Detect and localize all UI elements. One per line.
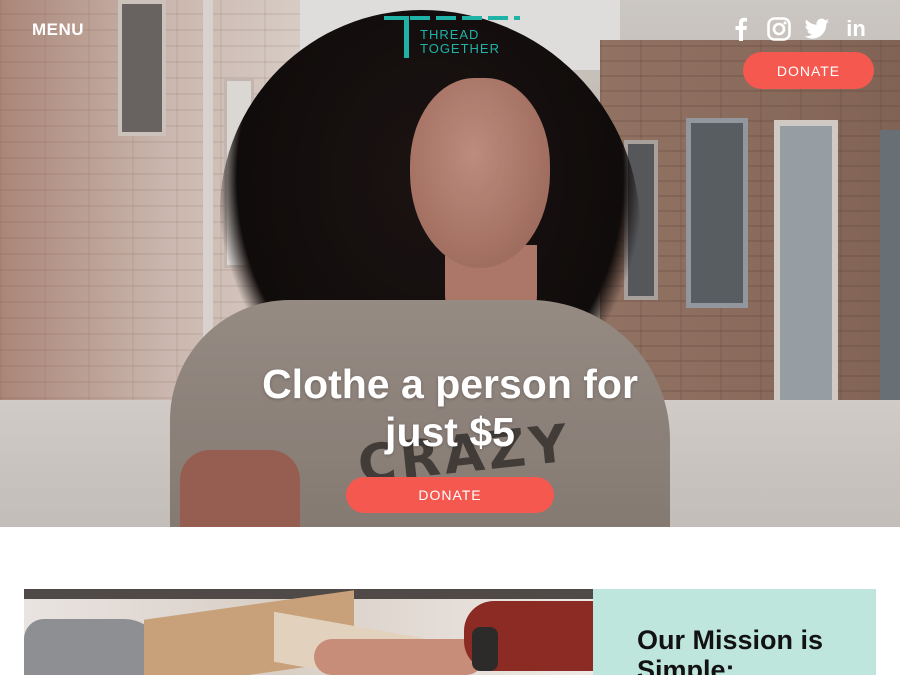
twitter-glyph: [804, 18, 829, 39]
instagram-glyph: [767, 17, 791, 41]
mission-panel: Our Mission is Simple:: [593, 589, 876, 675]
logo-wordmark: THREAD TOGETHER: [420, 28, 530, 56]
photo-watch: [472, 627, 498, 671]
facebook-glyph: [735, 17, 747, 41]
logo-line-2: TOGETHER: [420, 41, 500, 56]
facebook-icon[interactable]: [728, 16, 754, 42]
hero-heading: Clothe a person for just $5: [200, 360, 700, 456]
donate-button-hero[interactable]: DONATE: [346, 477, 554, 513]
donate-button-header[interactable]: DONATE: [743, 52, 874, 89]
instagram-icon[interactable]: [766, 16, 792, 42]
logo-stem: [404, 16, 409, 58]
photo-clothes: [24, 619, 164, 675]
menu-button[interactable]: MENU: [32, 20, 84, 40]
hero-heading-line-2: just $5: [385, 409, 515, 455]
linkedin-icon[interactable]: in: [842, 16, 870, 42]
photo-hand: [314, 639, 484, 675]
mission-title: Our Mission is Simple:: [637, 625, 824, 675]
twitter-icon[interactable]: [804, 16, 830, 42]
hero-heading-line-1: Clothe a person for: [262, 361, 638, 407]
logo-line-1: THREAD: [420, 27, 480, 42]
thread-together-logo[interactable]: THREAD TOGETHER: [384, 16, 520, 60]
linkedin-glyph: in: [846, 16, 866, 41]
mission-photo: [24, 589, 593, 675]
